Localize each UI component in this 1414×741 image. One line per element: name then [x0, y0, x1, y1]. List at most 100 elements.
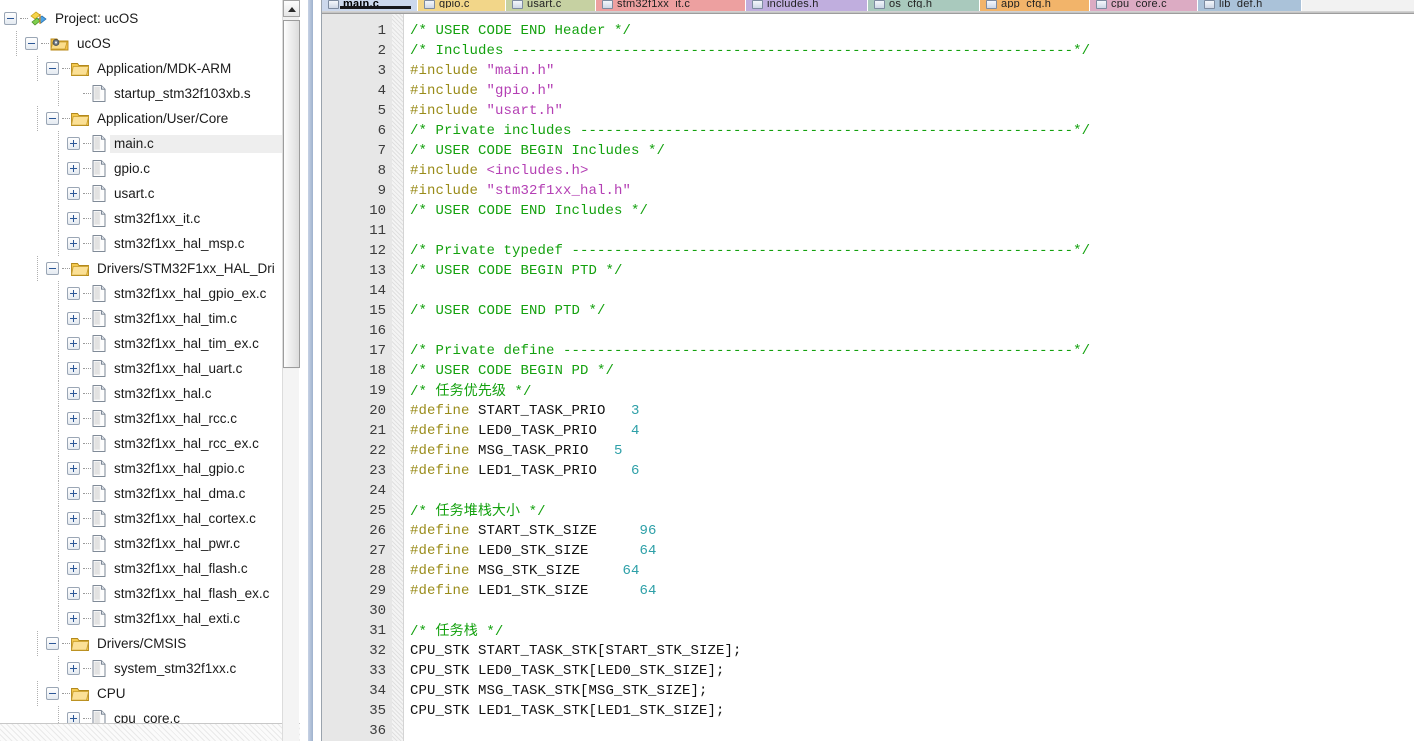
code-line[interactable]: /* USER CODE END Header */	[410, 21, 1414, 41]
collapse-minus-icon[interactable]	[46, 687, 59, 700]
tree-item-system-stm32f1xx-c[interactable]: system_stm32f1xx.c	[0, 656, 305, 681]
expand-plus-icon[interactable]	[67, 562, 80, 575]
tree-item-stm32f1xx-hal-gpio-c[interactable]: stm32f1xx_hal_gpio.c	[0, 456, 305, 481]
code-line[interactable]: /* USER CODE BEGIN PD */	[410, 361, 1414, 381]
expand-plus-icon[interactable]	[67, 237, 80, 250]
code-line[interactable]: #define MSG_TASK_PRIO 5	[410, 441, 1414, 461]
expand-plus-icon[interactable]	[67, 362, 80, 375]
code-line[interactable]: #include "stm32f1xx_hal.h"	[410, 181, 1414, 201]
tree-item-stm32f1xx-hal-pwr-c[interactable]: stm32f1xx_hal_pwr.c	[0, 531, 305, 556]
code-line[interactable]: CPU_STK LED1_TASK_STK[LED1_STK_SIZE];	[410, 701, 1414, 721]
expand-plus-icon[interactable]	[67, 187, 80, 200]
code-line[interactable]: /* 任务栈 */	[410, 621, 1414, 641]
panel-splitter[interactable]	[300, 0, 321, 741]
fold-margin[interactable]	[392, 14, 404, 741]
editor-tab-os-cfg-h[interactable]: os_cfg.h	[868, 0, 980, 11]
tree-item-stm32f1xx-hal-flash-ex-c[interactable]: stm32f1xx_hal_flash_ex.c	[0, 581, 305, 606]
tree-item-application-user-core[interactable]: Application/User/Core	[0, 106, 305, 131]
tree-item-ucos[interactable]: ucOS	[0, 31, 305, 56]
project-tree-scrollbar[interactable]	[282, 0, 300, 741]
tree-item-stm32f1xx-hal-c[interactable]: stm32f1xx_hal.c	[0, 381, 305, 406]
code-line[interactable]: /* USER CODE END Includes */	[410, 201, 1414, 221]
code-line[interactable]: #define LED1_TASK_PRIO 6	[410, 461, 1414, 481]
tree-item-drivers-cmsis[interactable]: Drivers/CMSIS	[0, 631, 305, 656]
code-line[interactable]: /* Private define ----------------------…	[410, 341, 1414, 361]
editor-tab-stm32f1xx-it-c[interactable]: stm32f1xx_it.c	[596, 0, 746, 11]
code-line[interactable]	[410, 601, 1414, 621]
expand-plus-icon[interactable]	[67, 512, 80, 525]
code-line[interactable]	[410, 221, 1414, 241]
expand-plus-icon[interactable]	[67, 387, 80, 400]
scrollbar-track[interactable]	[283, 369, 299, 741]
editor-tab-lib-def-h[interactable]: lib_def.h	[1198, 0, 1302, 11]
collapse-minus-icon[interactable]	[25, 37, 38, 50]
code-editor[interactable]: 1 2 3 4 5 6 7 8 9 10 11 12 13 14 15 16 17 18 19 20 21 22 23 24 2…	[322, 14, 1414, 741]
code-line[interactable]: /* Private includes --------------------…	[410, 121, 1414, 141]
tree-item-main-c[interactable]: main.c	[0, 131, 321, 156]
code-line[interactable]: CPU_STK START_TASK_STK[START_STK_SIZE];	[410, 641, 1414, 661]
code-line[interactable]: #include "usart.h"	[410, 101, 1414, 121]
tree-item-application-mdk-arm[interactable]: Application/MDK-ARM	[0, 56, 305, 81]
code-line[interactable]	[410, 281, 1414, 301]
code-line[interactable]: #include "main.h"	[410, 61, 1414, 81]
expand-plus-icon[interactable]	[67, 537, 80, 550]
expand-plus-icon[interactable]	[67, 587, 80, 600]
tree-item-stm32f1xx-hal-gpio-ex-c[interactable]: stm32f1xx_hal_gpio_ex.c	[0, 281, 305, 306]
tree-item-gpio-c[interactable]: gpio.c	[0, 156, 305, 181]
expand-plus-icon[interactable]	[67, 662, 80, 675]
tree-item-drivers-stm32f1xx-hal-dri[interactable]: Drivers/STM32F1xx_HAL_Dri	[0, 256, 305, 281]
tree-item-startup-stm32f103xb-s[interactable]: startup_stm32f103xb.s	[0, 81, 305, 106]
tree-item-stm32f1xx-hal-dma-c[interactable]: stm32f1xx_hal_dma.c	[0, 481, 305, 506]
expand-plus-icon[interactable]	[67, 287, 80, 300]
tree-item-stm32f1xx-hal-tim-c[interactable]: stm32f1xx_hal_tim.c	[0, 306, 305, 331]
code-line[interactable]: /* Private typedef ---------------------…	[410, 241, 1414, 261]
code-line[interactable]: #define LED0_STK_SIZE 64	[410, 541, 1414, 561]
collapse-minus-icon[interactable]	[46, 62, 59, 75]
collapse-minus-icon[interactable]	[46, 637, 59, 650]
editor-tab-includes-h[interactable]: includes.h	[746, 0, 868, 11]
editor-tab-app-cfg-h[interactable]: app_cfg.h	[980, 0, 1090, 11]
expand-plus-icon[interactable]	[67, 212, 80, 225]
code-line[interactable]: #define MSG_STK_SIZE 64	[410, 561, 1414, 581]
expand-plus-icon[interactable]	[67, 137, 80, 150]
expand-plus-icon[interactable]	[67, 437, 80, 450]
tree-item-stm32f1xx-hal-cortex-c[interactable]: stm32f1xx_hal_cortex.c	[0, 506, 305, 531]
expand-plus-icon[interactable]	[67, 412, 80, 425]
expand-plus-icon[interactable]	[67, 162, 80, 175]
editor-tab-cpu-core-c[interactable]: cpu_core.c	[1090, 0, 1198, 11]
source-code-text[interactable]: /* USER CODE END Header */ /* Includes --…	[404, 14, 1414, 741]
collapse-minus-icon[interactable]	[46, 262, 59, 275]
code-line[interactable]	[410, 721, 1414, 741]
code-line[interactable]: #define START_TASK_PRIO 3	[410, 401, 1414, 421]
tree-item-stm32f1xx-hal-tim-ex-c[interactable]: stm32f1xx_hal_tim_ex.c	[0, 331, 305, 356]
code-line[interactable]: #define LED0_TASK_PRIO 4	[410, 421, 1414, 441]
project-tree[interactable]: Project: ucOS ucOS Application/MDK-ARM star…	[0, 6, 321, 741]
editor-tab-bar[interactable]: main.c gpio.c usart.c stm32f1xx_it.c include…	[322, 0, 1414, 11]
code-line[interactable]: #define LED1_STK_SIZE 64	[410, 581, 1414, 601]
tree-item-project-ucos[interactable]: Project: ucOS	[0, 6, 305, 31]
scroll-up-button[interactable]	[283, 0, 300, 17]
editor-tab-main-c[interactable]: main.c	[322, 0, 418, 11]
tree-item-usart-c[interactable]: usart.c	[0, 181, 305, 206]
code-line[interactable]: #include "gpio.h"	[410, 81, 1414, 101]
code-line[interactable]: #include <includes.h>	[410, 161, 1414, 181]
code-line[interactable]: /* 任务优先级 */	[410, 381, 1414, 401]
code-line[interactable]: CPU_STK LED0_TASK_STK[LED0_STK_SIZE];	[410, 661, 1414, 681]
tree-item-cpu[interactable]: CPU	[0, 681, 305, 706]
code-line[interactable]: /* Includes ----------------------------…	[410, 41, 1414, 61]
tree-item-stm32f1xx-hal-uart-c[interactable]: stm32f1xx_hal_uart.c	[0, 356, 305, 381]
code-line[interactable]	[410, 481, 1414, 501]
expand-plus-icon[interactable]	[67, 462, 80, 475]
code-line[interactable]: /* USER CODE END PTD */	[410, 301, 1414, 321]
expand-plus-icon[interactable]	[67, 487, 80, 500]
code-line[interactable]: /* 任务堆栈大小 */	[410, 501, 1414, 521]
code-line[interactable]: /* USER CODE BEGIN PTD */	[410, 261, 1414, 281]
collapse-minus-icon[interactable]	[4, 12, 17, 25]
code-line[interactable]	[410, 321, 1414, 341]
tree-item-stm32f1xx-hal-flash-c[interactable]: stm32f1xx_hal_flash.c	[0, 556, 305, 581]
expand-plus-icon[interactable]	[67, 312, 80, 325]
tree-item-stm32f1xx-it-c[interactable]: stm32f1xx_it.c	[0, 206, 305, 231]
tree-item-stm32f1xx-hal-rcc-c[interactable]: stm32f1xx_hal_rcc.c	[0, 406, 305, 431]
tree-item-stm32f1xx-hal-exti-c[interactable]: stm32f1xx_hal_exti.c	[0, 606, 305, 631]
tree-item-stm32f1xx-hal-msp-c[interactable]: stm32f1xx_hal_msp.c	[0, 231, 305, 256]
